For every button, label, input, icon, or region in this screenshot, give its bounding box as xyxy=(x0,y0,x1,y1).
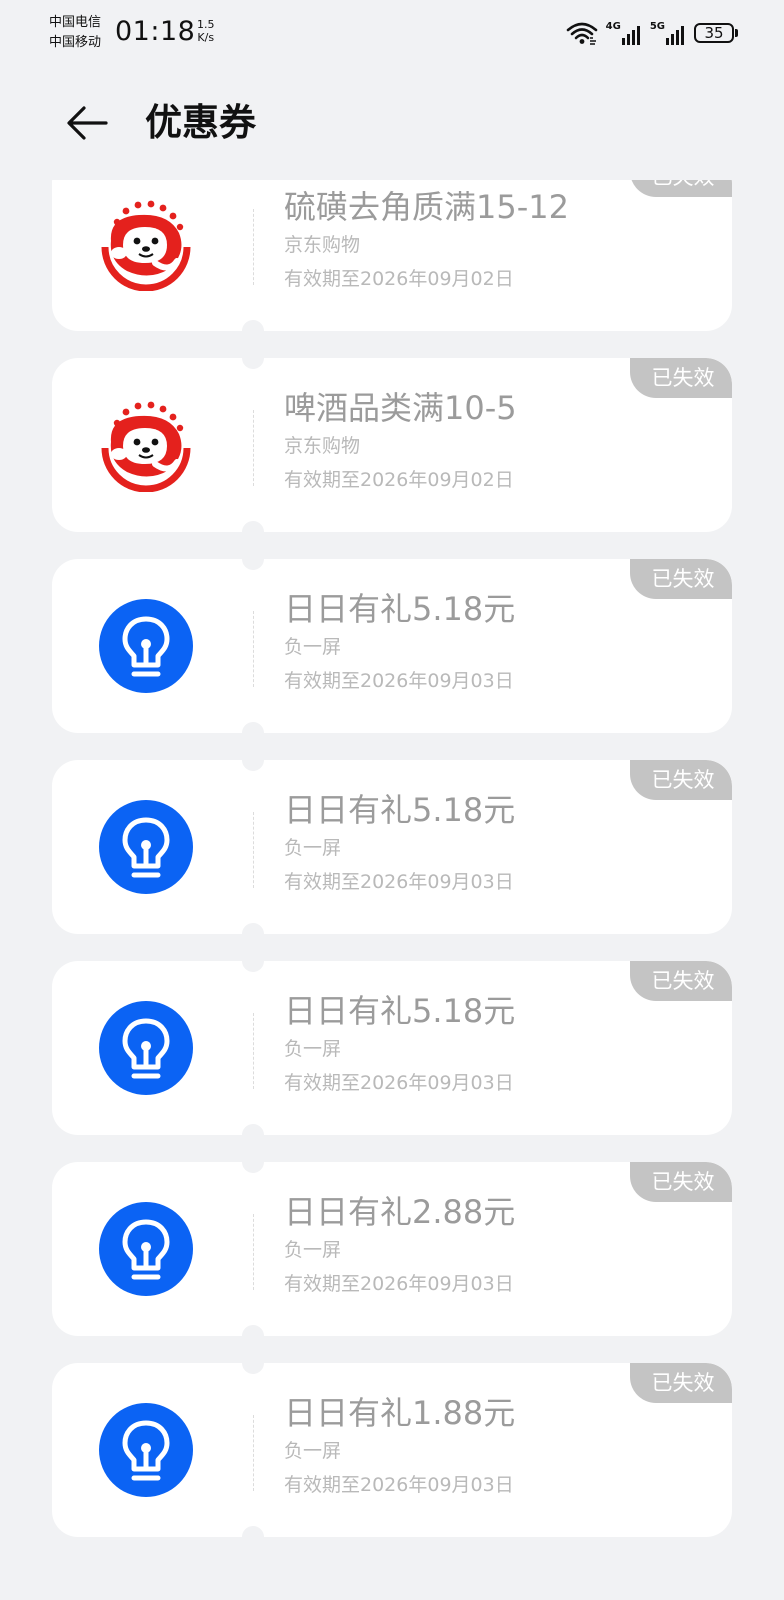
ticket-notch xyxy=(242,1124,264,1135)
ticket-divider xyxy=(253,410,254,486)
battery-icon: 35 xyxy=(694,23,738,43)
coupon-list-viewport[interactable]: 硫磺去角质满15-12 京东购物 有效期至2026年09月02日 已失效 啤酒品… xyxy=(0,180,784,1600)
coupon-card[interactable]: 日日有礼1.88元 负一屏 有效期至2026年09月03日 已失效 xyxy=(52,1363,732,1537)
lightbulb-icon xyxy=(99,800,193,894)
signal-type-2: 5G xyxy=(649,21,665,32)
battery-level: 35 xyxy=(694,23,734,43)
ticket-notch xyxy=(242,1363,264,1374)
back-button[interactable] xyxy=(62,98,112,148)
lightbulb-icon xyxy=(99,599,193,693)
coupon-card[interactable]: 日日有礼2.88元 负一屏 有效期至2026年09月03日 已失效 xyxy=(52,1162,732,1336)
coupon-validity: 有效期至2026年09月03日 xyxy=(284,1474,514,1496)
coupon-info: 日日有礼1.88元 负一屏 有效期至2026年09月03日 xyxy=(284,1391,684,1499)
coupon-title: 日日有礼1.88元 xyxy=(284,1394,516,1432)
coupon-info: 硫磺去角质满15-12 京东购物 有效期至2026年09月02日 xyxy=(284,185,684,293)
cellular-signal-2: 5G xyxy=(650,21,686,45)
battery-tip xyxy=(735,29,738,37)
network-speed: 1.5 K/s xyxy=(197,18,215,44)
coupon-title: 日日有礼5.18元 xyxy=(284,590,516,628)
lightbulb-icon xyxy=(99,1202,193,1296)
ticket-notch xyxy=(242,760,264,771)
ticket-notch xyxy=(242,320,264,331)
ticket-divider xyxy=(253,1415,254,1491)
ticket-notch xyxy=(242,722,264,733)
ticket-notch xyxy=(242,559,264,570)
ticket-divider xyxy=(253,812,254,888)
carrier-info: 中国电信 中国移动 xyxy=(49,13,101,53)
carrier-name-1: 中国电信 xyxy=(49,15,102,30)
coupon-title: 日日有礼5.18元 xyxy=(284,992,516,1030)
carrier-name-2: 中国移动 xyxy=(49,35,102,50)
lightbulb-icon xyxy=(99,1403,193,1497)
coupon-info: 日日有礼5.18元 负一屏 有效期至2026年09月03日 xyxy=(284,788,684,896)
coupon-source: 负一屏 xyxy=(284,1440,342,1462)
coupon-card[interactable]: 啤酒品类满10-5 京东购物 有效期至2026年09月02日 已失效 xyxy=(52,358,732,532)
status-bar: 中国电信 中国移动 01:18 1.5 K/s 4G 5G 35 xyxy=(0,0,784,64)
wifi-icon xyxy=(566,22,597,45)
coupon-info: 日日有礼5.18元 负一屏 有效期至2026年09月03日 xyxy=(284,587,684,695)
ticket-divider xyxy=(253,1214,254,1290)
cellular-signal-icon xyxy=(621,26,640,45)
coupon-info: 日日有礼5.18元 负一屏 有效期至2026年09月03日 xyxy=(284,989,684,1097)
lightbulb-icon xyxy=(99,1001,193,1095)
ticket-notch xyxy=(242,961,264,972)
coupon-validity: 有效期至2026年09月02日 xyxy=(284,268,514,290)
coupon-title: 硫磺去角质满15-12 xyxy=(284,188,569,226)
coupon-title: 日日有礼2.88元 xyxy=(284,1193,516,1231)
expired-badge: 已失效 xyxy=(630,760,732,800)
coupon-source: 负一屏 xyxy=(284,837,342,859)
coupon-title: 日日有礼5.18元 xyxy=(284,791,516,829)
coupon-source: 京东购物 xyxy=(284,435,361,457)
coupon-title: 啤酒品类满10-5 xyxy=(284,389,517,427)
ticket-notch xyxy=(242,923,264,934)
expired-badge: 已失效 xyxy=(630,180,732,197)
coupon-info: 啤酒品类满10-5 京东购物 有效期至2026年09月02日 xyxy=(284,386,684,494)
status-time: 01:18 xyxy=(115,16,196,47)
signal-type-1: 4G xyxy=(605,21,621,32)
jd-mascot-icon xyxy=(99,197,193,291)
status-icons: 4G 5G 35 xyxy=(566,20,738,46)
coupon-source: 负一屏 xyxy=(284,1038,342,1060)
app-header: 优惠券 xyxy=(0,78,784,168)
coupon-validity: 有效期至2026年09月02日 xyxy=(284,469,514,491)
coupon-source: 负一屏 xyxy=(284,1239,342,1261)
expired-badge: 已失效 xyxy=(630,1162,732,1202)
coupon-card[interactable]: 日日有礼5.18元 负一屏 有效期至2026年09月03日 已失效 xyxy=(52,559,732,733)
coupon-source: 负一屏 xyxy=(284,636,342,658)
expired-badge: 已失效 xyxy=(630,961,732,1001)
coupon-card[interactable]: 日日有礼5.18元 负一屏 有效期至2026年09月03日 已失效 xyxy=(52,961,732,1135)
coupon-validity: 有效期至2026年09月03日 xyxy=(284,1273,514,1295)
network-speed-unit: K/s xyxy=(197,31,215,44)
coupon-card[interactable]: 日日有礼5.18元 负一屏 有效期至2026年09月03日 已失效 xyxy=(52,760,732,934)
ticket-divider xyxy=(253,611,254,687)
coupon-list: 硫磺去角质满15-12 京东购物 有效期至2026年09月02日 已失效 啤酒品… xyxy=(52,180,732,1564)
cellular-signal-icon xyxy=(666,26,684,45)
page-title: 优惠券 xyxy=(145,101,256,144)
ticket-notch xyxy=(242,1325,264,1336)
coupon-validity: 有效期至2026年09月03日 xyxy=(284,871,514,893)
coupon-card[interactable]: 硫磺去角质满15-12 京东购物 有效期至2026年09月02日 已失效 xyxy=(52,180,732,331)
cellular-signal-1: 4G xyxy=(606,21,642,45)
coupon-info: 日日有礼2.88元 负一屏 有效期至2026年09月03日 xyxy=(284,1190,684,1298)
expired-badge: 已失效 xyxy=(630,358,732,398)
coupon-validity: 有效期至2026年09月03日 xyxy=(284,1072,514,1094)
expired-badge: 已失效 xyxy=(630,1363,732,1403)
ticket-divider xyxy=(253,1013,254,1089)
arrow-left-icon xyxy=(67,106,108,140)
ticket-notch xyxy=(242,358,264,369)
ticket-divider xyxy=(253,209,254,285)
jd-mascot-icon xyxy=(99,398,193,492)
expired-badge: 已失效 xyxy=(630,559,732,599)
coupon-validity: 有效期至2026年09月03日 xyxy=(284,670,514,692)
ticket-notch xyxy=(242,1162,264,1173)
network-speed-value: 1.5 xyxy=(197,18,215,31)
coupon-source: 京东购物 xyxy=(284,234,361,256)
ticket-notch xyxy=(242,521,264,532)
ticket-notch xyxy=(242,1526,264,1537)
